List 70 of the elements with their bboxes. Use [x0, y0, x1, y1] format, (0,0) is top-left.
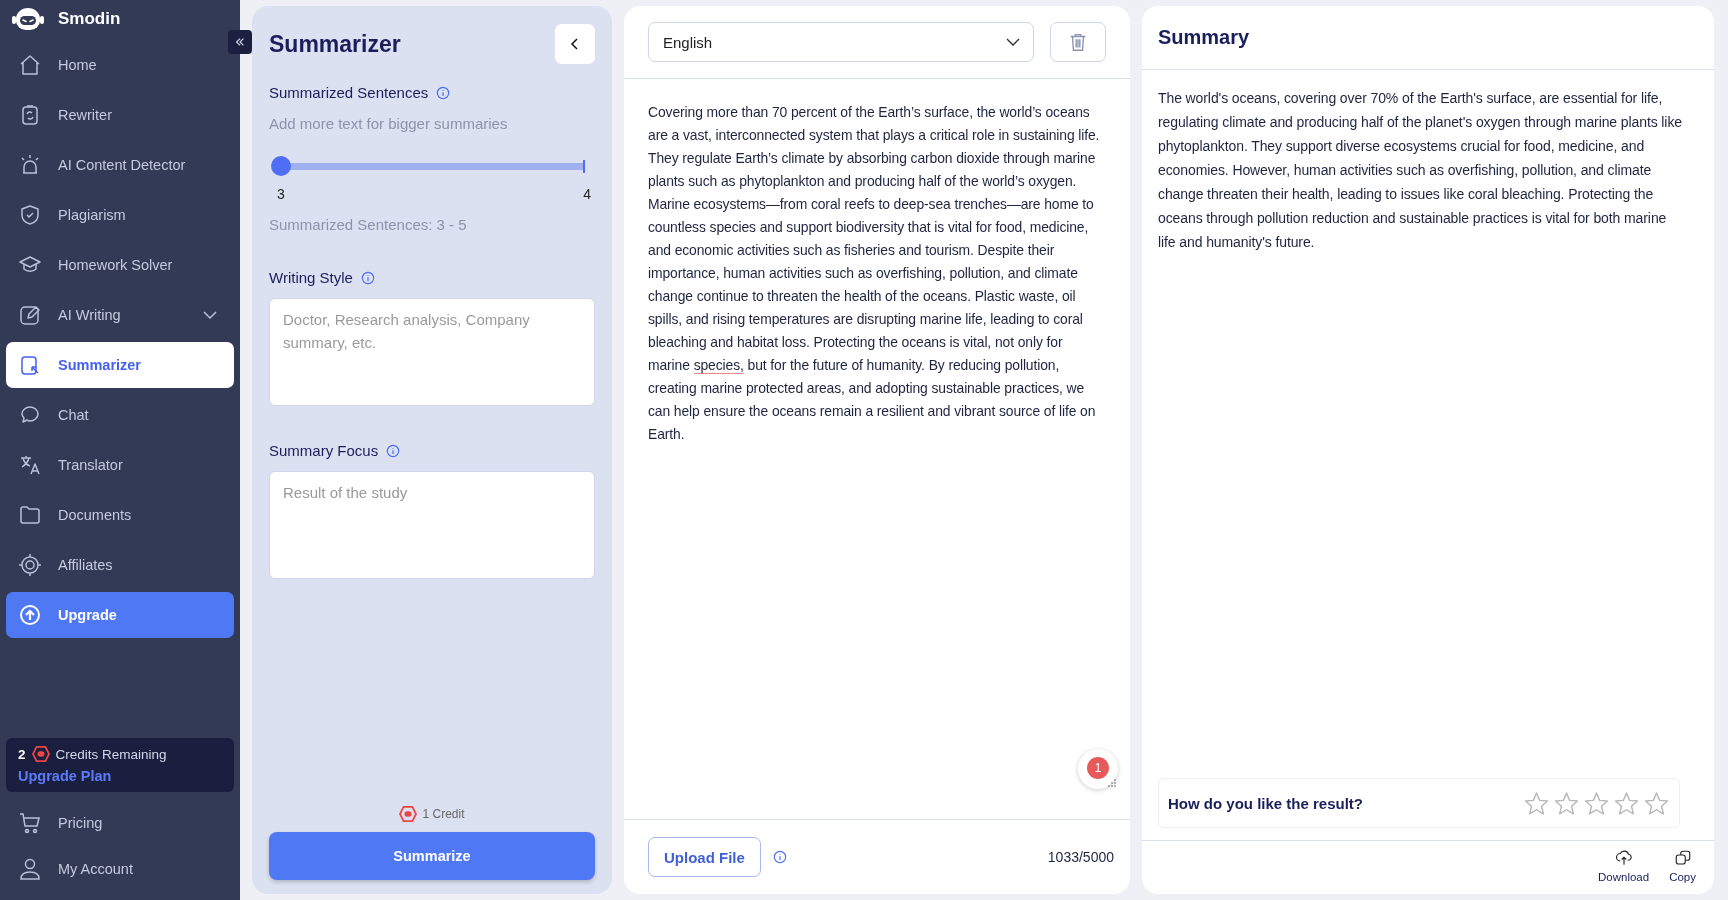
feedback-question: How do you like the result?: [1168, 794, 1364, 812]
brand-name: Smodin: [58, 9, 121, 29]
cloud-upload-icon: [1614, 849, 1633, 867]
summarize-button[interactable]: Summarize: [269, 832, 595, 880]
sidebar-item[interactable]: AI Content Detector: [6, 142, 234, 188]
sidebar-item[interactable]: Summarizer: [6, 342, 234, 388]
slider-thumb[interactable]: [271, 156, 291, 176]
nav-icon: [18, 603, 42, 627]
field-label: Writing Style: [269, 269, 353, 286]
nav-icon: [18, 153, 42, 177]
info-icon[interactable]: [436, 85, 451, 100]
sidebar-item[interactable]: Chat: [6, 392, 234, 438]
issue-count-badge[interactable]: 1: [1087, 757, 1109, 779]
upload-file-button[interactable]: Upload File: [648, 837, 761, 877]
star-icon[interactable]: [1644, 790, 1669, 816]
panel-title: Summarizer: [269, 30, 401, 58]
info-icon[interactable]: [386, 443, 401, 458]
coin-icon: [399, 806, 418, 822]
slider-min-label: 3: [277, 186, 285, 202]
sidebar-item[interactable]: Translator: [6, 442, 234, 488]
panel-title: Summary: [1142, 6, 1714, 70]
info-icon[interactable]: [772, 850, 787, 864]
copy-button[interactable]: Copy: [1665, 847, 1700, 886]
sidebar-item[interactable]: Homework Solver: [6, 242, 234, 288]
field-label: Summary Focus: [269, 442, 379, 459]
sidebar-item[interactable]: My Account: [6, 846, 234, 892]
input-text[interactable]: Covering more than 70 percent of the Earth’s surface, the world’s oceans are a vast, interconnected system that plays a critical role in sustaining life. They regulate Earth’s climate by absorbing carbon dioxide through marine plants such as phytoplankton and producing half of the world’s oxygen. Marine ecosystems—from coral reefs to deep-sea trenches—are home to countless species and support biodiversity that is vital for food, medicine, and economic activities such as fisheries and tourism. Despite their importance, human activities such as overfishing, pollution, and climate change continue to threaten the health of the oceans. Plastic waste, oil spills, and rising temperatures are disrupting marine life, leading to coral bleaching and habitat loss. Protecting the oceans is vital, not only for marine species, but for the future of humanity. By reducing pollution, creating marine protected areas, and adopting sustainable practices, we can help ensure the oceans remain a resilient and vibrant source of life on Earth.: [648, 101, 1106, 446]
summary-focus-field[interactable]: Result of the study: [269, 471, 595, 579]
sidebar-item[interactable]: Documents: [6, 492, 234, 538]
credit-count: 2: [18, 746, 26, 762]
credits-label: Credits Remaining: [55, 746, 167, 762]
copy-icon: [1673, 849, 1692, 867]
robot-logo-icon: [12, 5, 44, 33]
writing-style-field[interactable]: Doctor, Research analysis, Company summary, etc.: [269, 298, 595, 406]
resize-grip-icon: [1108, 779, 1116, 787]
field-label: Summarized Sentences: [269, 84, 429, 101]
language-select[interactable]: English: [648, 22, 1034, 62]
summary-text: The world's oceans, covering over 70% of the Earth's surface, are essential for life, regulating climate and producing half of the planet's oxygen through marine plants like phytoplankton. They support diverse ecosystems crucial for food, medicine, and economies. However, human activities such as overfishing, pollution, and climate change threaten their health, leading to issues like coral bleaching. Protecting the oceans through pollution reduction and sustainable practices is vital for both marine life and humanity's future.: [1158, 89, 1683, 252]
star-icon[interactable]: [1554, 790, 1579, 816]
upgrade-plan-link[interactable]: Upgrade Plan: [18, 768, 222, 784]
collapse-sidebar-button[interactable]: [228, 30, 252, 54]
coin-icon: [31, 746, 50, 762]
double-chevron-icon: [234, 36, 246, 48]
nav-icon: [18, 503, 42, 527]
user-icon: [18, 857, 42, 881]
cart-icon: [18, 811, 42, 835]
upgrade-button[interactable]: Upgrade: [6, 592, 234, 638]
nav-icon: [18, 53, 42, 77]
credit-cost: 1 Credit: [422, 807, 465, 821]
star-icon[interactable]: [1584, 790, 1609, 816]
sidebar-item[interactable]: Affiliates: [6, 542, 234, 588]
slider-track[interactable]: [271, 156, 585, 176]
nav-icon: [18, 453, 42, 477]
nav-icon: [18, 553, 42, 577]
info-icon[interactable]: [360, 270, 375, 285]
nav-icon: [18, 203, 42, 227]
nav-icon: [18, 303, 42, 327]
slider-max-label: 4: [583, 186, 591, 202]
sidebar-item[interactable]: AI Writing: [6, 292, 234, 338]
star-icon[interactable]: [1524, 790, 1549, 816]
range-text: Summarized Sentences: 3 - 5: [269, 216, 468, 233]
hint-text: Add more text for bigger summaries: [269, 115, 509, 132]
download-button[interactable]: Download: [1594, 847, 1654, 886]
sidebar-item[interactable]: Pricing: [6, 800, 234, 846]
sidebar-item[interactable]: Home: [6, 42, 234, 88]
delete-button[interactable]: [1050, 22, 1106, 62]
star-icon[interactable]: [1614, 790, 1639, 816]
sidebar-item[interactable]: Plagiarism: [6, 192, 234, 238]
sidebar-item[interactable]: Rewriter: [6, 92, 234, 138]
character-count: 1033/5000: [1047, 849, 1114, 865]
